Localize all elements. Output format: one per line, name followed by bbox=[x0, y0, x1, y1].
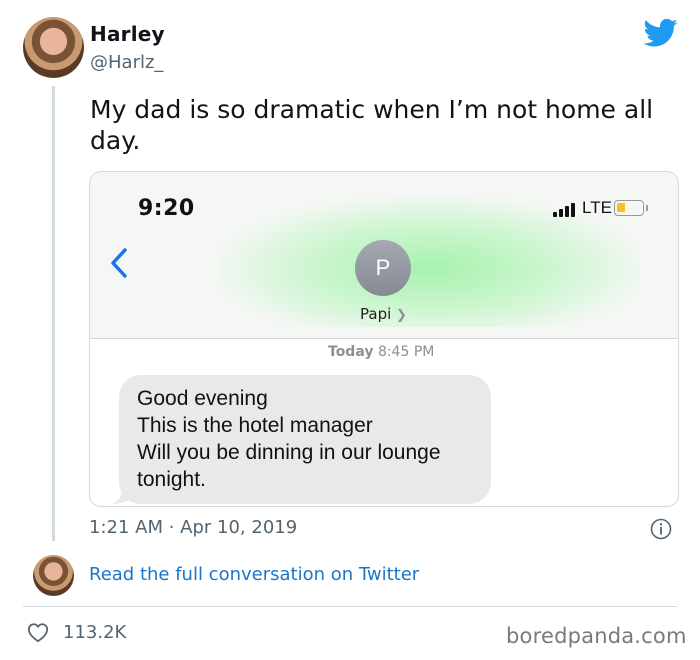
message-bubble: Good evening This is the hotel manager W… bbox=[119, 375, 491, 504]
status-bar-time: 9:20 bbox=[138, 196, 195, 221]
author-avatar-small[interactable] bbox=[33, 555, 74, 596]
network-label: LTE bbox=[582, 198, 612, 217]
attached-screenshot[interactable]: 9:20 LTE P Papi ❯ Today 8:45 PM Good eve… bbox=[89, 171, 679, 507]
date-time: 8:45 PM bbox=[377, 344, 435, 360]
imessage-header: 9:20 LTE P Papi ❯ bbox=[90, 172, 678, 339]
tweet-timestamp[interactable]: 1:21 AM · Apr 10, 2019 bbox=[89, 517, 297, 538]
message-date: Today 8:45 PM bbox=[328, 344, 434, 360]
read-conversation-link[interactable]: Read the full conversation on Twitter bbox=[89, 564, 419, 585]
twitter-bird-icon[interactable] bbox=[644, 18, 678, 48]
watermark: boredpanda.com bbox=[506, 624, 687, 648]
author-name[interactable]: Harley bbox=[90, 22, 165, 46]
signal-icon bbox=[553, 201, 579, 217]
contact-chevron-icon: ❯ bbox=[396, 308, 407, 323]
date-prefix: Today bbox=[328, 344, 374, 360]
like-count[interactable]: 113.2K bbox=[63, 622, 126, 643]
author-handle[interactable]: @Harlz_ bbox=[90, 52, 163, 73]
contact-avatar: P bbox=[355, 240, 411, 296]
thread-line bbox=[52, 86, 55, 541]
author-avatar[interactable] bbox=[23, 17, 84, 78]
contact-name-text: Papi bbox=[360, 305, 392, 323]
heart-icon[interactable] bbox=[27, 622, 49, 643]
tweet-text: My dad is so dramatic when I’m not home … bbox=[90, 95, 654, 155]
message-line: Good evening bbox=[137, 387, 268, 410]
battery-icon bbox=[614, 200, 644, 216]
battery-cap bbox=[646, 205, 648, 211]
message-line: Will you be dinning in our lounge bbox=[137, 441, 441, 464]
info-icon[interactable] bbox=[650, 518, 672, 540]
back-chevron-icon bbox=[111, 248, 127, 278]
message-line: tonight. bbox=[137, 468, 206, 491]
contact-name: Papi ❯ bbox=[360, 305, 407, 323]
message-line: This is the hotel manager bbox=[137, 414, 373, 437]
divider bbox=[23, 606, 677, 607]
